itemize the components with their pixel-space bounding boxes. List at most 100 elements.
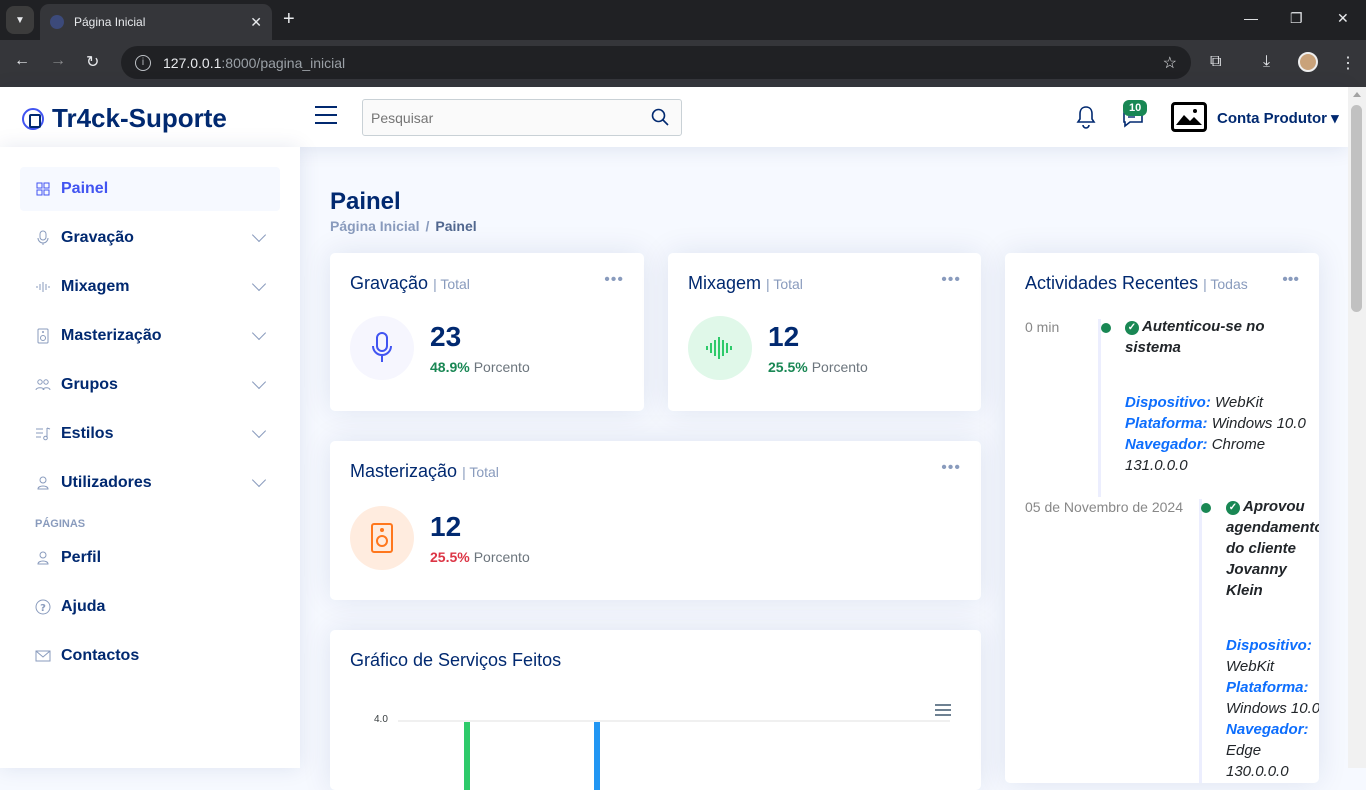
- pct-label: Porcento: [811, 359, 868, 375]
- forward-icon[interactable]: →: [50, 52, 66, 70]
- browser-profile-avatar[interactable]: [1298, 52, 1318, 72]
- download-icon[interactable]: ⤓: [1263, 53, 1270, 71]
- sidebar-item-label: Ajuda: [61, 598, 106, 615]
- chart-menu-icon[interactable]: [935, 704, 951, 716]
- sidebar-item-label: Mixagem: [61, 278, 130, 295]
- speaker-icon: [371, 523, 393, 553]
- account-label: Conta Produtor: [1217, 110, 1327, 127]
- grid-icon: [35, 181, 51, 197]
- y-tick-label: 4.0: [374, 714, 388, 725]
- address-bar[interactable]: i 127.0.0.1:8000/pagina_inicial ☆: [121, 46, 1191, 79]
- toggle-sidebar-icon[interactable]: [315, 106, 337, 126]
- chart-bar: [464, 722, 470, 790]
- close-tab-icon[interactable]: ✕: [250, 14, 262, 31]
- sidebar-item-grupos[interactable]: Grupos: [20, 363, 280, 407]
- maximize-icon[interactable]: ❐: [1290, 10, 1303, 27]
- browser-value: Edge 130.0.0.0: [1226, 742, 1289, 780]
- main-content: Painel Página Inicial / Painel Gravação | …: [300, 147, 1348, 790]
- chevron-down-icon: [251, 472, 267, 488]
- pct-value: 48.9%: [430, 359, 470, 375]
- sidebar-item-estilos[interactable]: Estilos: [20, 412, 280, 456]
- new-tab-button[interactable]: +: [283, 8, 295, 30]
- extensions-icon[interactable]: ⧉: [1210, 53, 1221, 71]
- services-chart: 4.0: [374, 704, 951, 790]
- card-title: Gravação | Total: [350, 273, 470, 294]
- scrollbar-thumb[interactable]: [1351, 105, 1362, 312]
- person-icon: [35, 475, 51, 491]
- activity-time: 0 min: [1025, 319, 1060, 335]
- card-subtitle: | Total: [766, 276, 803, 292]
- card-title-text: Mixagem: [688, 273, 762, 293]
- bookmark-star-icon[interactable]: ☆: [1163, 53, 1177, 73]
- sidebar-item-mixagem[interactable]: Mixagem: [20, 265, 280, 309]
- page-scrollbar[interactable]: [1348, 87, 1366, 768]
- scroll-up-icon[interactable]: [1353, 92, 1361, 97]
- pct-label: Porcento: [473, 359, 530, 375]
- account-dropdown[interactable]: Conta Produtor ▾: [1217, 109, 1339, 127]
- services-chart-card: Gráfico de Serviços Feitos 4.0: [330, 630, 981, 790]
- pct-value: 25.5%: [430, 549, 470, 565]
- card-value: 12: [768, 321, 800, 352]
- account-avatar[interactable]: [1171, 102, 1207, 132]
- microphone-icon: [372, 332, 392, 362]
- soundwave-icon: [706, 337, 732, 359]
- sidebar-item-contactos[interactable]: Contactos: [20, 634, 280, 678]
- brand-name: Tr4ck-Suporte: [52, 103, 227, 133]
- card-title: Mixagem | Total: [688, 273, 803, 294]
- reload-icon[interactable]: ↻: [86, 52, 99, 72]
- sidebar-item-label: Utilizadores: [61, 474, 152, 491]
- device-value: WebKit: [1215, 394, 1264, 411]
- minimize-icon[interactable]: —: [1244, 10, 1258, 26]
- search-bar: [362, 99, 682, 136]
- app-header: Tr4ck-Suporte 10 Conta Produtor ▾: [0, 87, 1348, 147]
- sidebar-item-utilizadores[interactable]: Utilizadores: [20, 461, 280, 505]
- chevron-down-icon: [251, 227, 267, 243]
- card-percentage: 48.9% Porcento: [430, 359, 530, 375]
- browser-menu-icon[interactable]: ⋮: [1340, 53, 1356, 73]
- card-icon-circle: [350, 506, 414, 570]
- sidebar-item-painel[interactable]: Painel: [20, 167, 280, 211]
- card-icon-circle: [350, 316, 414, 380]
- more-options-icon[interactable]: •••: [941, 459, 961, 477]
- search-icon[interactable]: [651, 108, 669, 126]
- sidebar-item-gravacao[interactable]: Gravação: [20, 216, 280, 260]
- page-title: Painel: [330, 188, 401, 215]
- more-options-icon[interactable]: •••: [604, 271, 624, 289]
- close-window-icon[interactable]: ✕: [1337, 10, 1349, 27]
- activity-title: Autenticou-se no sistema: [1125, 318, 1265, 356]
- music-list-icon: [35, 426, 51, 442]
- sidebar-item-ajuda[interactable]: ? Ajuda: [20, 585, 280, 629]
- logo-icon: [22, 107, 44, 130]
- card-value: 12: [430, 511, 462, 542]
- back-icon[interactable]: ←: [14, 52, 30, 70]
- brand-logo[interactable]: Tr4ck-Suporte: [22, 103, 227, 134]
- timeline-dot: [1201, 503, 1211, 513]
- soundwave-icon: [35, 279, 51, 295]
- card-value: 23: [430, 321, 462, 352]
- device-label: Dispositivo:: [1125, 394, 1211, 411]
- activity-text: ✓ Autenticou-se no sistema Dispositivo: W…: [1125, 316, 1315, 476]
- gravacao-card: Gravação | Total ••• 23 48.9% Porcento: [330, 253, 644, 411]
- bell-icon[interactable]: [1075, 105, 1097, 129]
- site-info-icon[interactable]: i: [135, 54, 151, 71]
- messages-badge: 10: [1123, 100, 1148, 116]
- sidebar-item-masterizacao[interactable]: Masterização: [20, 314, 280, 358]
- tab-strip: ▼ Página Inicial ✕ + — ❐ ✕: [0, 0, 1366, 40]
- envelope-icon: [35, 648, 51, 664]
- sidebar-item-perfil[interactable]: Perfil: [20, 536, 280, 580]
- more-options-icon[interactable]: •••: [1282, 271, 1299, 289]
- sidebar: Painel Gravação Mixagem Masterização Gru…: [0, 147, 300, 768]
- tab-search-button[interactable]: ▼: [6, 6, 34, 34]
- card-title: Actividades Recentes | Todas: [1025, 273, 1248, 294]
- breadcrumb: Página Inicial / Painel: [330, 218, 477, 234]
- more-options-icon[interactable]: •••: [941, 271, 961, 289]
- browser-tab[interactable]: Página Inicial ✕: [40, 4, 272, 40]
- mixagem-card: Mixagem | Total ••• 12 25.5% Porcento: [668, 253, 981, 411]
- card-percentage: 25.5% Porcento: [430, 549, 530, 565]
- sidebar-item-label: Perfil: [61, 549, 102, 566]
- check-circle-icon: ✓: [1226, 501, 1240, 515]
- card-subtitle: | Total: [433, 276, 470, 292]
- breadcrumb-home[interactable]: Página Inicial: [330, 218, 419, 234]
- search-input[interactable]: [371, 109, 641, 126]
- card-title: Masterização | Total: [350, 461, 499, 482]
